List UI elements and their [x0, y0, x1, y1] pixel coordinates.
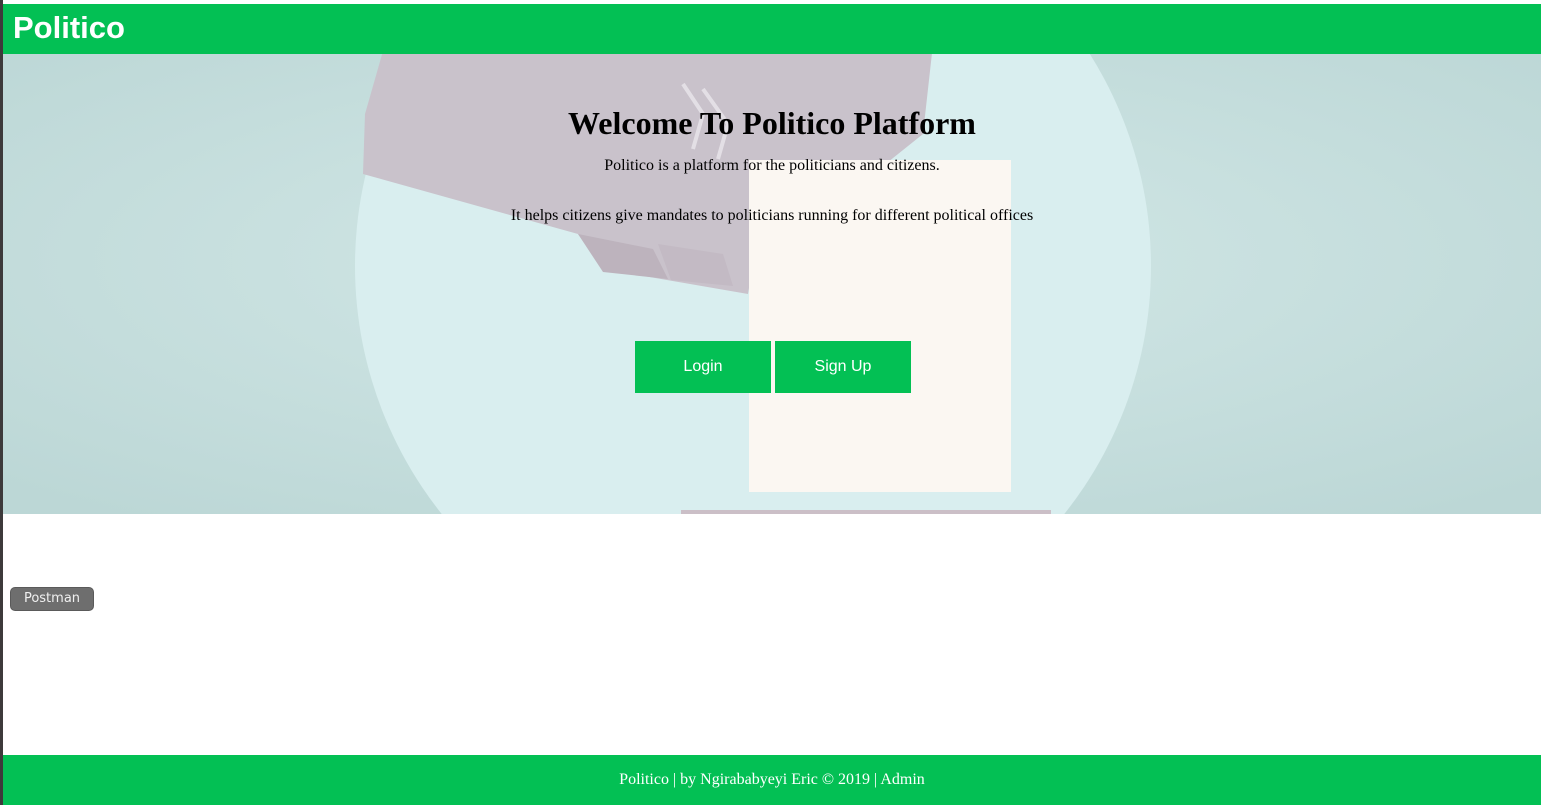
hero-description-1: Politico is a platform for the politicia… [604, 157, 940, 174]
brand-logo[interactable]: Politico [13, 10, 125, 46]
footer: Politico | by Ngirababyeyi Eric © 2019 |… [3, 755, 1541, 805]
footer-text: Politico | by Ngirababyeyi Eric © 2019 |… [619, 771, 925, 788]
hero-section: Welcome To Politico Platform Politico is… [3, 54, 1541, 514]
signup-button[interactable]: Sign Up [775, 341, 911, 393]
hero-content: Welcome To Politico Platform Politico is… [3, 54, 1541, 514]
postman-badge[interactable]: Postman [10, 587, 94, 611]
navbar: Politico [3, 4, 1541, 54]
login-button[interactable]: Login [635, 341, 771, 393]
hero-description-2: It helps citizens give mandates to polit… [510, 207, 1034, 224]
hero-title: Welcome To Politico Platform [568, 105, 976, 141]
